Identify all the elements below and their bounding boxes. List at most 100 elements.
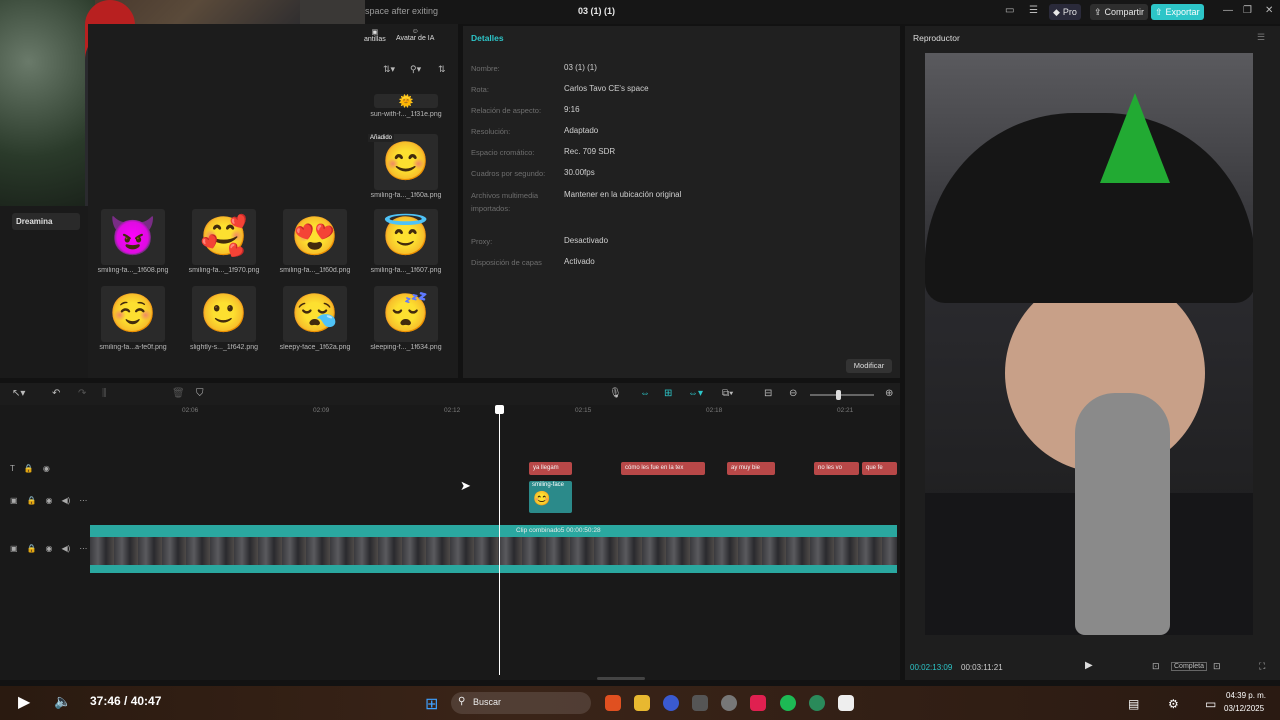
- lock-icon[interactable]: 🔒: [27, 544, 37, 553]
- order-icon[interactable]: ⇅: [438, 64, 446, 75]
- volume-icon[interactable]: 🔈: [54, 693, 71, 710]
- close-icon[interactable]: ✕: [1265, 5, 1273, 16]
- minimize-icon[interactable]: —: [1223, 5, 1233, 16]
- emoji-image: 😍: [283, 209, 347, 265]
- text-clip[interactable]: que fe: [862, 462, 897, 475]
- text-track-icon: T: [10, 464, 15, 473]
- preview-axis-icon[interactable]: ⇔▾: [688, 388, 703, 399]
- media-item[interactable]: 🌞 sun-with-f..._1f31e.png: [366, 94, 446, 124]
- app-icon[interactable]: [809, 695, 825, 711]
- text-clip[interactable]: ay muy bie: [727, 462, 775, 475]
- detail-value: 30.00fps: [564, 168, 595, 177]
- media-item[interactable]: 😊 Añadido smiling-fa..._1f60a.png: [366, 134, 446, 206]
- media-item[interactable]: 😴 sleeping-f..._1f634.png: [366, 286, 446, 358]
- play-icon[interactable]: ▶: [1085, 660, 1093, 671]
- layout-icon[interactable]: ▭: [1005, 5, 1014, 16]
- app-icon[interactable]: [692, 695, 708, 711]
- tiktok-icon[interactable]: [750, 695, 766, 711]
- text-clip[interactable]: ya llegam: [529, 462, 572, 475]
- filter-icon[interactable]: ⚲▾: [410, 64, 421, 75]
- sticker-clip[interactable]: smiling-face 😊: [529, 481, 572, 513]
- playhead[interactable]: [499, 405, 500, 675]
- chat-icon[interactable]: ▤: [1128, 697, 1139, 711]
- pro-button[interactable]: ◆ Pro: [1049, 4, 1081, 20]
- media-item[interactable]: 😇 smiling-fa..._1f607.png: [366, 209, 446, 281]
- emoji-image: 😪: [283, 286, 347, 342]
- player-menu-icon[interactable]: ☰: [1257, 32, 1265, 43]
- redo-icon[interactable]: ↷: [78, 388, 86, 399]
- lock-icon[interactable]: 🔒: [24, 464, 34, 473]
- clock-time[interactable]: 04:39 p. m.: [1226, 691, 1266, 700]
- fullscreen-icon[interactable]: ⛶: [1259, 661, 1265, 672]
- sidebar-item-dreamina[interactable]: Dreamina: [12, 213, 80, 230]
- text-clip[interactable]: no les vo: [814, 462, 859, 475]
- tab-templates[interactable]: ▣ antillas: [364, 28, 386, 43]
- timeline[interactable]: 02:06 02:09 02:12 02:15 02:18 02:21 T 🔒 …: [0, 405, 900, 680]
- lock-icon[interactable]: 🔒: [27, 496, 37, 505]
- playhead-handle[interactable]: [495, 405, 504, 414]
- zoom-out-icon[interactable]: ⊖: [789, 388, 797, 399]
- main-video-clip[interactable]: Clip combinado5 00:00:50:28: [90, 525, 897, 573]
- media-caption: smiling-fa...a-fe0f.png: [99, 344, 167, 351]
- share-button[interactable]: ⇪ Compartir: [1090, 4, 1149, 20]
- clock-date[interactable]: 03/12/2025: [1224, 704, 1264, 713]
- crop-icon[interactable]: ⊡: [1152, 661, 1160, 672]
- menu-icon[interactable]: ☰: [1029, 5, 1038, 16]
- detail-value: 03 (1) (1): [564, 63, 597, 72]
- tab-ai-avatar[interactable]: ☺ Avatar de IA: [396, 28, 434, 42]
- top-bar: space after exiting 03 (1) (1) ▭ ☰ ◆ Pro …: [365, 0, 1280, 24]
- zoom-slider[interactable]: [810, 394, 874, 396]
- shield-icon[interactable]: ⛉: [196, 388, 204, 399]
- text-clip[interactable]: cómo les fue en la tex: [621, 462, 705, 475]
- mic-record-icon[interactable]: 🎙: [609, 388, 622, 399]
- media-item[interactable]: 🥰 smiling-fa..._1f970.png: [184, 209, 264, 281]
- eye-icon[interactable]: ◉: [43, 464, 50, 473]
- ruler-tick: 02:12: [444, 407, 461, 414]
- speaker-icon[interactable]: ◀): [62, 544, 71, 553]
- video-preview[interactable]: [925, 53, 1253, 635]
- aspect-icon[interactable]: ⧉▾: [722, 388, 733, 399]
- snap-icon[interactable]: ⊞: [664, 388, 672, 399]
- more-icon[interactable]: ⋯: [79, 544, 87, 553]
- zoom-in-icon[interactable]: ⊕: [885, 388, 893, 399]
- delete-icon[interactable]: 🗑: [172, 388, 185, 399]
- link-icon[interactable]: ⇔: [640, 388, 650, 399]
- media-item[interactable]: ☺️ smiling-fa...a-fe0f.png: [93, 286, 173, 358]
- select-tool-icon[interactable]: ↖▾: [12, 388, 25, 399]
- detail-value: Mantener en la ubicación original: [564, 190, 682, 199]
- speaker-icon[interactable]: ◀): [62, 496, 71, 505]
- undo-icon[interactable]: ↶: [52, 388, 60, 399]
- eye-icon[interactable]: ◉: [46, 544, 53, 553]
- zoom-fit-icon[interactable]: ⊡: [1213, 661, 1221, 672]
- split-icon[interactable]: ⫼: [102, 388, 107, 399]
- emoji-image: 🌞: [374, 94, 438, 108]
- obs-icon[interactable]: [721, 695, 737, 711]
- media-item[interactable]: 😪 sleepy-face_1f62a.png: [275, 286, 355, 358]
- media-item[interactable]: 🙂 slightly-s..._1f642.png: [184, 286, 264, 358]
- app-icon[interactable]: [663, 695, 679, 711]
- video-play-icon[interactable]: ▶: [18, 692, 30, 712]
- detail-value: Activado: [564, 257, 595, 266]
- maximize-icon[interactable]: ❐: [1243, 5, 1252, 16]
- export-button[interactable]: ⇧ Exportar: [1151, 4, 1204, 20]
- media-item[interactable]: 😈 smiling-fa..._1f608.png: [93, 209, 173, 281]
- modify-button[interactable]: Modificar: [846, 359, 892, 373]
- capcut-icon[interactable]: [838, 695, 854, 711]
- spotify-icon[interactable]: [780, 695, 796, 711]
- media-caption: smiling-fa..._1f608.png: [97, 267, 169, 274]
- folder-icon[interactable]: [634, 695, 650, 711]
- timeline-scrollbar[interactable]: [597, 677, 645, 680]
- media-item[interactable]: 😍 smiling-fa..._1f60d.png: [275, 209, 355, 281]
- taskbar-search[interactable]: ⚲ Buscar: [451, 692, 591, 714]
- more-icon[interactable]: ⋯: [79, 496, 87, 505]
- sort-icon[interactable]: ⇅▾: [383, 64, 395, 75]
- network-icon[interactable]: ▭: [1205, 697, 1216, 711]
- media-caption: smiling-fa..._1f607.png: [370, 267, 442, 274]
- quality-button[interactable]: Completa: [1171, 662, 1207, 671]
- brave-icon[interactable]: [605, 695, 621, 711]
- zoom-slider-handle[interactable]: [836, 390, 841, 400]
- windows-start-icon[interactable]: ⊞: [425, 694, 438, 714]
- subtitle-icon[interactable]: ⊟: [764, 388, 772, 399]
- eye-icon[interactable]: ◉: [46, 496, 53, 505]
- gear-icon[interactable]: ⚙: [1168, 697, 1179, 711]
